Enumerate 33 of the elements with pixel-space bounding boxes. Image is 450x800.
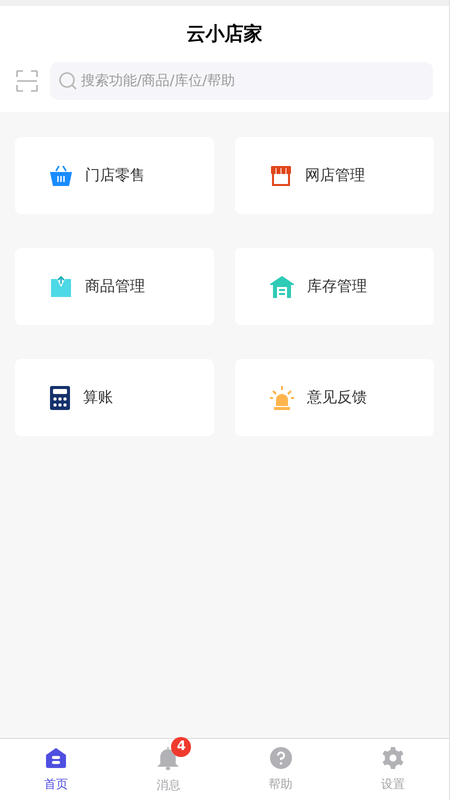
app-title: 云小店家 [186,22,262,47]
badge: 4 [171,736,192,756]
tab-item[interactable]: 4 消息 [112,739,224,800]
calculator-icon [49,386,71,410]
feature-tile[interactable]: 意见反馈 [235,359,434,436]
tile-label: 商品管理 [85,276,145,298]
tile-label: 算账 [83,387,113,408]
tab-item[interactable]: 首页 [0,739,112,800]
feature-tile[interactable]: 网店管理 [235,137,434,214]
scan-icon[interactable] [16,70,38,92]
feature-tile[interactable]: 商品管理 [15,248,214,325]
search-icon [58,71,78,91]
tab-label: 帮助 [268,776,293,792]
tab-label: 设置 [380,776,405,792]
feature-tile[interactable]: 门店零售 [15,137,214,214]
home-icon [45,746,68,768]
bell-icon [157,746,180,770]
tile-label: 网店管理 [305,165,365,186]
warehouse-icon [269,274,295,298]
settings-icon [382,746,404,768]
basket-icon [49,164,73,188]
tab-label: 消息 [156,776,180,794]
help-icon [270,746,292,768]
tile-label: 库存管理 [307,276,367,298]
storefront-icon [269,164,293,188]
inbox-upload-icon [49,274,73,298]
tile-label: 门店零售 [85,165,145,186]
tile-label: 意见反馈 [307,387,367,408]
tab-label: 首页 [44,776,68,792]
search-field[interactable]: 搜索功能/商品/库位/帮助 [50,62,433,100]
feature-tile[interactable]: 算账 [15,359,214,436]
alarm-light-icon [269,384,295,410]
feature-tile[interactable]: 库存管理 [235,248,434,325]
